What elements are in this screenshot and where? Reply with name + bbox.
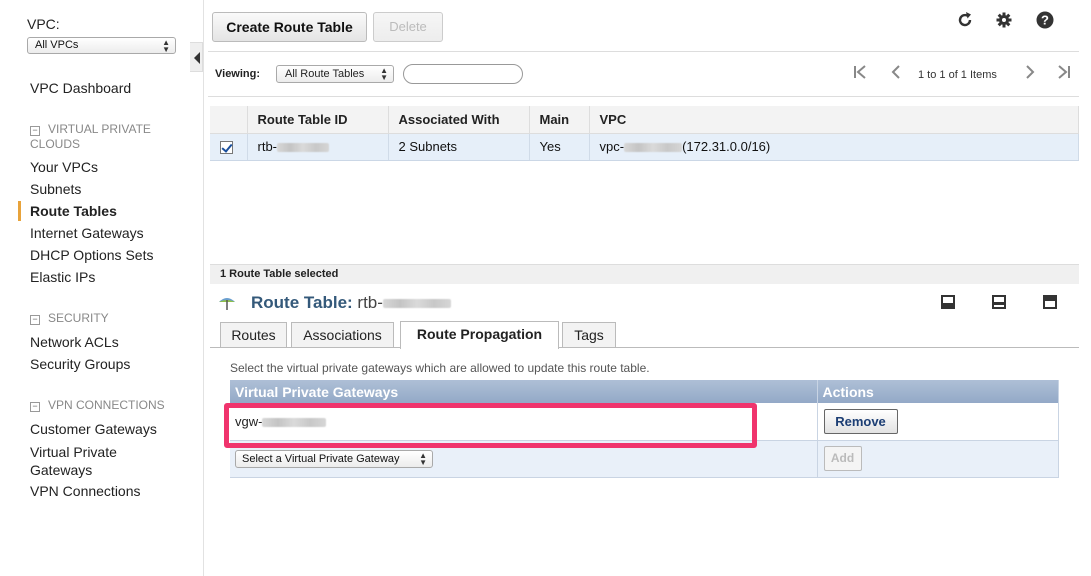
select-column-header bbox=[210, 106, 248, 134]
vpc-filter-label: VPC: bbox=[27, 16, 60, 32]
sidebar-item-your-vpcs[interactable]: Your VPCs bbox=[30, 159, 98, 175]
sidebar-item-vpn-connections[interactable]: VPN Connections bbox=[30, 483, 141, 499]
column-header-associated-with[interactable]: Associated With bbox=[388, 106, 530, 134]
column-header-route-table-id[interactable]: Route Table ID bbox=[247, 106, 389, 134]
row-checkbox[interactable] bbox=[220, 141, 233, 155]
column-header-vpc[interactable]: VPC bbox=[589, 106, 1079, 134]
pagination-text: 1 to 1 of 1 Items bbox=[918, 69, 997, 81]
vgw-actions-cell: Remove bbox=[817, 403, 1059, 441]
select-arrows-icon: ▲ ▼ bbox=[419, 450, 427, 467]
sidebar-collapse-handle[interactable] bbox=[190, 42, 203, 72]
prev-page-icon[interactable] bbox=[887, 64, 905, 86]
help-icon[interactable]: ? bbox=[1034, 10, 1056, 32]
route-table-title-value: rtb- bbox=[357, 293, 383, 312]
tab-tags[interactable]: Tags bbox=[562, 322, 616, 348]
route-table-title-label: Route Table: bbox=[251, 293, 353, 312]
vgw-cell: vgw- bbox=[230, 403, 818, 441]
last-page-icon[interactable] bbox=[1055, 64, 1073, 86]
row-select-cell[interactable] bbox=[210, 133, 248, 161]
remove-button[interactable]: Remove bbox=[823, 408, 898, 434]
sidebar-item-virtual-private-gateways[interactable]: Virtual Private Gateways bbox=[30, 443, 140, 479]
viewing-filter-select[interactable]: All Route Tables ▲ ▼ bbox=[276, 65, 394, 83]
collapse-icon: − bbox=[30, 315, 40, 325]
redacted-vpc-id bbox=[624, 143, 683, 153]
vpc-id: vpc- bbox=[599, 139, 625, 154]
vgw-id: vgw- bbox=[235, 413, 263, 429]
sidebar-item-subnets[interactable]: Subnets bbox=[30, 181, 81, 197]
create-route-table-button[interactable]: Create Route Table bbox=[212, 12, 367, 42]
table-row: Select a Virtual Private Gateway ▲ ▼ Add bbox=[230, 440, 1059, 478]
filter-divider bbox=[208, 96, 1079, 97]
viewing-filter-value: All Route Tables bbox=[285, 68, 365, 80]
toolbar-divider bbox=[208, 51, 1079, 52]
redacted-title-id bbox=[382, 299, 451, 309]
sidebar-item-elastic-ips[interactable]: Elastic IPs bbox=[30, 269, 95, 285]
sidebar-active-indicator bbox=[18, 201, 21, 221]
vgw-propagation-table: Virtual Private Gateways Actions vgw- Re… bbox=[230, 380, 1059, 478]
sidebar-item-internet-gateways[interactable]: Internet Gateways bbox=[30, 225, 144, 241]
table-row[interactable]: rtb- 2 Subnets Yes vpc- (172.31.0.0/16) bbox=[210, 133, 1079, 161]
vpc-cell: vpc- (172.31.0.0/16) bbox=[589, 133, 1079, 161]
column-header-virtual-private-gateways: Virtual Private Gateways bbox=[230, 380, 818, 403]
tab-routes[interactable]: Routes bbox=[220, 322, 287, 348]
column-header-actions: Actions bbox=[817, 380, 1059, 403]
vgw-add-cell: Add bbox=[817, 440, 1059, 478]
route-table-title: Route Table: rtb- bbox=[251, 293, 451, 313]
vgw-select[interactable]: Select a Virtual Private Gateway ▲ ▼ bbox=[235, 449, 433, 468]
table-row: vgw- Remove bbox=[230, 403, 1059, 441]
vpc-filter-select-value: All VPCs bbox=[35, 39, 79, 51]
sidebar-item-route-tables[interactable]: Route Tables bbox=[30, 203, 117, 219]
associated-with-cell: 2 Subnets bbox=[388, 133, 530, 161]
column-header-main[interactable]: Main bbox=[529, 106, 590, 134]
add-button[interactable]: Add bbox=[823, 446, 862, 471]
tab-route-propagation[interactable]: Route Propagation bbox=[400, 321, 559, 349]
svg-text:?: ? bbox=[1041, 13, 1049, 28]
sidebar-item-vpc-dashboard[interactable]: VPC Dashboard bbox=[30, 80, 131, 96]
search-input[interactable] bbox=[403, 64, 523, 84]
sidebar-section-security-label: SECURITY bbox=[48, 311, 109, 325]
sidebar: VPC: All VPCs ▲ ▼ VPC Dashboard − VIRTUAL … bbox=[0, 0, 190, 576]
redacted-id bbox=[277, 143, 329, 153]
delete-button[interactable]: Delete bbox=[373, 12, 443, 42]
route-table-id-cell: rtb- bbox=[247, 133, 389, 161]
sidebar-section-security[interactable]: − SECURITY bbox=[30, 311, 109, 326]
panel-layout-bottom-icon[interactable] bbox=[941, 295, 955, 309]
select-arrows-icon: ▲ ▼ bbox=[380, 66, 388, 82]
viewing-label: Viewing: bbox=[215, 68, 261, 80]
redacted-vgw-id bbox=[262, 417, 327, 427]
route-tables-table: Route Table ID Associated With Main VPC … bbox=[210, 106, 1079, 161]
vgw-table-header-row: Virtual Private Gateways Actions bbox=[230, 380, 1059, 403]
sidebar-item-network-acls[interactable]: Network ACLs bbox=[30, 334, 119, 350]
gear-icon[interactable] bbox=[993, 10, 1015, 32]
sidebar-item-security-groups[interactable]: Security Groups bbox=[30, 356, 130, 372]
route-table-icon bbox=[217, 295, 237, 311]
sidebar-section-vpn[interactable]: − VPN CONNECTIONS bbox=[30, 398, 165, 413]
tab-bar-divider bbox=[210, 347, 1079, 348]
sidebar-section-vpc[interactable]: − VIRTUAL PRIVATE CLOUDS bbox=[30, 122, 180, 152]
tab-associations[interactable]: Associations bbox=[291, 322, 394, 348]
panel-layout-split-icon[interactable] bbox=[992, 295, 1006, 309]
table-header-row: Route Table ID Associated With Main VPC bbox=[210, 106, 1079, 134]
sidebar-item-customer-gateways[interactable]: Customer Gateways bbox=[30, 421, 157, 437]
vgw-select-value: Select a Virtual Private Gateway bbox=[242, 452, 400, 465]
panel-layout-top-icon[interactable] bbox=[1043, 295, 1057, 309]
sidebar-divider bbox=[203, 0, 204, 576]
first-page-icon[interactable] bbox=[851, 64, 869, 86]
refresh-icon[interactable] bbox=[954, 10, 976, 32]
select-arrows-icon: ▲ ▼ bbox=[162, 38, 170, 54]
vgw-select-cell: Select a Virtual Private Gateway ▲ ▼ bbox=[230, 440, 818, 478]
route-propagation-description: Select the virtual private gateways whic… bbox=[230, 361, 650, 375]
collapse-icon: − bbox=[30, 126, 40, 136]
next-page-icon[interactable] bbox=[1021, 64, 1039, 86]
selection-status-bar: 1 Route Table selected bbox=[210, 264, 1079, 284]
collapse-left-icon bbox=[194, 52, 200, 64]
sidebar-item-dhcp-options-sets[interactable]: DHCP Options Sets bbox=[30, 247, 153, 263]
sidebar-section-vpc-label: VIRTUAL PRIVATE CLOUDS bbox=[30, 122, 151, 151]
vpc-cidr: (172.31.0.0/16) bbox=[682, 139, 771, 154]
vpc-filter-select[interactable]: All VPCs ▲ ▼ bbox=[27, 37, 176, 54]
main-cell: Yes bbox=[529, 133, 590, 161]
collapse-icon: − bbox=[30, 402, 40, 412]
route-table-id: rtb- bbox=[257, 139, 278, 154]
sidebar-section-vpn-label: VPN CONNECTIONS bbox=[48, 398, 165, 412]
